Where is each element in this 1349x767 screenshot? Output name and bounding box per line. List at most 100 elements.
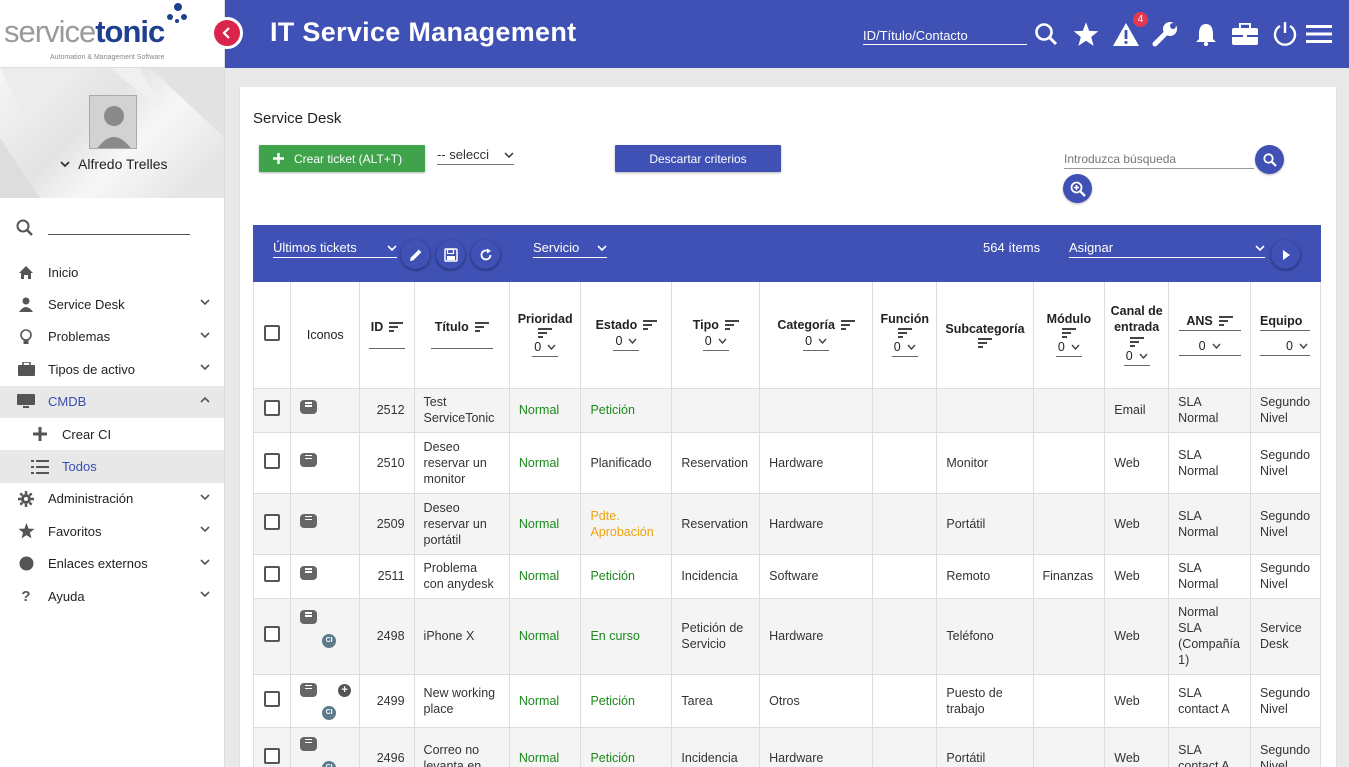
- create-ticket-button[interactable]: Crear ticket (ALT+T): [259, 145, 425, 172]
- title-cell[interactable]: Correo no levanta en: [414, 727, 510, 767]
- sidebar-item-cmdb[interactable]: CMDB: [0, 385, 224, 418]
- header-title[interactable]: Título: [414, 282, 510, 389]
- header-select-all[interactable]: [254, 282, 292, 389]
- search-icon[interactable]: [1032, 20, 1060, 48]
- sidebar-item-crear-ci[interactable]: Crear CI: [0, 418, 224, 450]
- row-checkbox[interactable]: [264, 747, 281, 764]
- id-cell[interactable]: 2509: [359, 493, 415, 555]
- table-row[interactable]: 2511 Problema con anydesk Normal Petició…: [254, 554, 1321, 599]
- row-select-cell[interactable]: [254, 493, 292, 555]
- sla-filter-select[interactable]: 0: [1178, 329, 1241, 356]
- sidebar-search-icon[interactable]: [16, 219, 34, 237]
- sort-icon[interactable]: [1061, 328, 1076, 339]
- edit-button[interactable]: [401, 240, 430, 269]
- sort-icon[interactable]: [1218, 315, 1233, 326]
- sort-icon[interactable]: [538, 328, 553, 339]
- header-subcategory[interactable]: Subcategoría: [936, 282, 1034, 389]
- avatar[interactable]: [89, 95, 137, 149]
- sort-icon[interactable]: [474, 322, 489, 333]
- title-cell[interactable]: Problema con anydesk: [414, 554, 510, 599]
- save-button[interactable]: [436, 240, 465, 269]
- header-type[interactable]: Tipo 0: [671, 282, 761, 389]
- select-all-checkbox[interactable]: [264, 325, 281, 342]
- id-cell[interactable]: 2512: [359, 388, 415, 433]
- sort-icon[interactable]: [1129, 337, 1144, 348]
- table-row[interactable]: CI 2498 iPhone X Normal En curso Petició…: [254, 598, 1321, 675]
- header-sla[interactable]: ANS 0: [1168, 282, 1251, 389]
- advanced-search-button[interactable]: [1063, 174, 1092, 203]
- star-icon[interactable]: [1072, 20, 1100, 48]
- ci-icon[interactable]: CI: [322, 634, 337, 648]
- id-cell[interactable]: 2510: [359, 432, 415, 494]
- comment-icon[interactable]: [300, 682, 318, 697]
- row-checkbox[interactable]: [264, 626, 281, 642]
- sort-icon[interactable]: [643, 320, 658, 331]
- function-filter-select[interactable]: 0: [891, 340, 918, 358]
- header-status[interactable]: Estado 0: [580, 282, 673, 389]
- service-select[interactable]: Servicio: [533, 240, 607, 258]
- sidebar-search-input[interactable]: [48, 234, 190, 235]
- title-cell[interactable]: Deseo reservar un monitor: [414, 432, 510, 494]
- title-cell[interactable]: Test ServiceTonic: [414, 388, 510, 433]
- search-button[interactable]: [1255, 145, 1284, 174]
- sidebar-item-enlaces-externos[interactable]: Enlaces externos: [0, 548, 224, 580]
- table-row[interactable]: 2512 Test ServiceTonic Normal Petición E…: [254, 388, 1321, 433]
- row-select-cell[interactable]: [254, 674, 292, 728]
- header-priority[interactable]: Prioridad 0: [509, 282, 582, 389]
- status-filter-select[interactable]: 0: [613, 334, 640, 352]
- sidebar-item-service-desk[interactable]: Service Desk: [0, 288, 224, 320]
- header-team[interactable]: Equipo 0: [1250, 282, 1321, 389]
- table-row[interactable]: CI 2496 Correo no levanta en Normal Peti…: [254, 727, 1321, 767]
- sort-icon[interactable]: [977, 337, 992, 348]
- sidebar-item-favoritos[interactable]: Favoritos: [0, 515, 224, 547]
- header-id[interactable]: ID: [359, 282, 415, 389]
- search-input[interactable]: Introduzca búsqueda: [1064, 152, 1254, 169]
- table-row[interactable]: 2509 Deseo reservar un portátil Normal P…: [254, 493, 1321, 555]
- comment-icon[interactable]: [300, 400, 318, 414]
- table-row[interactable]: + CI 2499 New working place Normal Petic…: [254, 674, 1321, 728]
- wrench-icon[interactable]: [1151, 20, 1179, 48]
- bell-icon[interactable]: [1192, 20, 1220, 48]
- sidebar-item-ayuda[interactable]: ? Ayuda: [0, 580, 224, 612]
- id-filter-input[interactable]: [368, 348, 405, 350]
- comment-icon[interactable]: [300, 736, 318, 751]
- id-cell[interactable]: 2499: [359, 674, 415, 728]
- sidebar-item-inicio[interactable]: Inicio: [0, 256, 224, 288]
- id-cell[interactable]: 2511: [359, 554, 415, 599]
- row-select-cell[interactable]: [254, 598, 292, 675]
- view-select[interactable]: Últimos tickets: [273, 240, 397, 258]
- apply-assign-button[interactable]: [1271, 240, 1300, 269]
- sort-icon[interactable]: [897, 328, 912, 339]
- add-icon[interactable]: +: [338, 683, 352, 697]
- row-checkbox[interactable]: [264, 452, 281, 469]
- assign-select[interactable]: Asignar: [1069, 240, 1265, 258]
- header-function[interactable]: Función 0: [872, 282, 938, 389]
- discard-criteria-button[interactable]: Descartar criterios: [615, 145, 781, 172]
- power-icon[interactable]: [1271, 20, 1299, 48]
- table-row[interactable]: 2510 Deseo reservar un monitor Normal Pl…: [254, 432, 1321, 494]
- logo[interactable]: servicetonic Automation & Management Sof…: [0, 0, 224, 68]
- ci-icon[interactable]: CI: [322, 760, 337, 767]
- channel-filter-select[interactable]: 0: [1123, 349, 1150, 367]
- header-module[interactable]: Módulo 0: [1033, 282, 1106, 389]
- row-checkbox[interactable]: [264, 690, 281, 707]
- title-cell[interactable]: iPhone X: [414, 598, 510, 675]
- comment-icon[interactable]: [300, 513, 318, 528]
- team-filter-select[interactable]: 0: [1260, 329, 1310, 356]
- id-cell[interactable]: 2496: [359, 727, 415, 767]
- row-checkbox[interactable]: [264, 513, 281, 530]
- user-menu[interactable]: Alfredo Trelles: [60, 156, 167, 172]
- ci-icon[interactable]: CI: [322, 705, 337, 720]
- row-select-cell[interactable]: [254, 727, 292, 767]
- category-filter-select[interactable]: 0: [803, 334, 830, 352]
- sidebar-item-todos[interactable]: Todos: [0, 450, 224, 483]
- module-filter-select[interactable]: 0: [1055, 340, 1082, 358]
- briefcase-icon[interactable]: [1231, 20, 1259, 48]
- comment-icon[interactable]: [300, 610, 318, 624]
- menu-icon[interactable]: [1305, 20, 1333, 48]
- collapse-sidebar-button[interactable]: [211, 17, 243, 49]
- row-checkbox[interactable]: [264, 400, 281, 416]
- row-select-cell[interactable]: [254, 432, 292, 494]
- sort-icon[interactable]: [840, 320, 855, 331]
- id-cell[interactable]: 2498: [359, 598, 415, 675]
